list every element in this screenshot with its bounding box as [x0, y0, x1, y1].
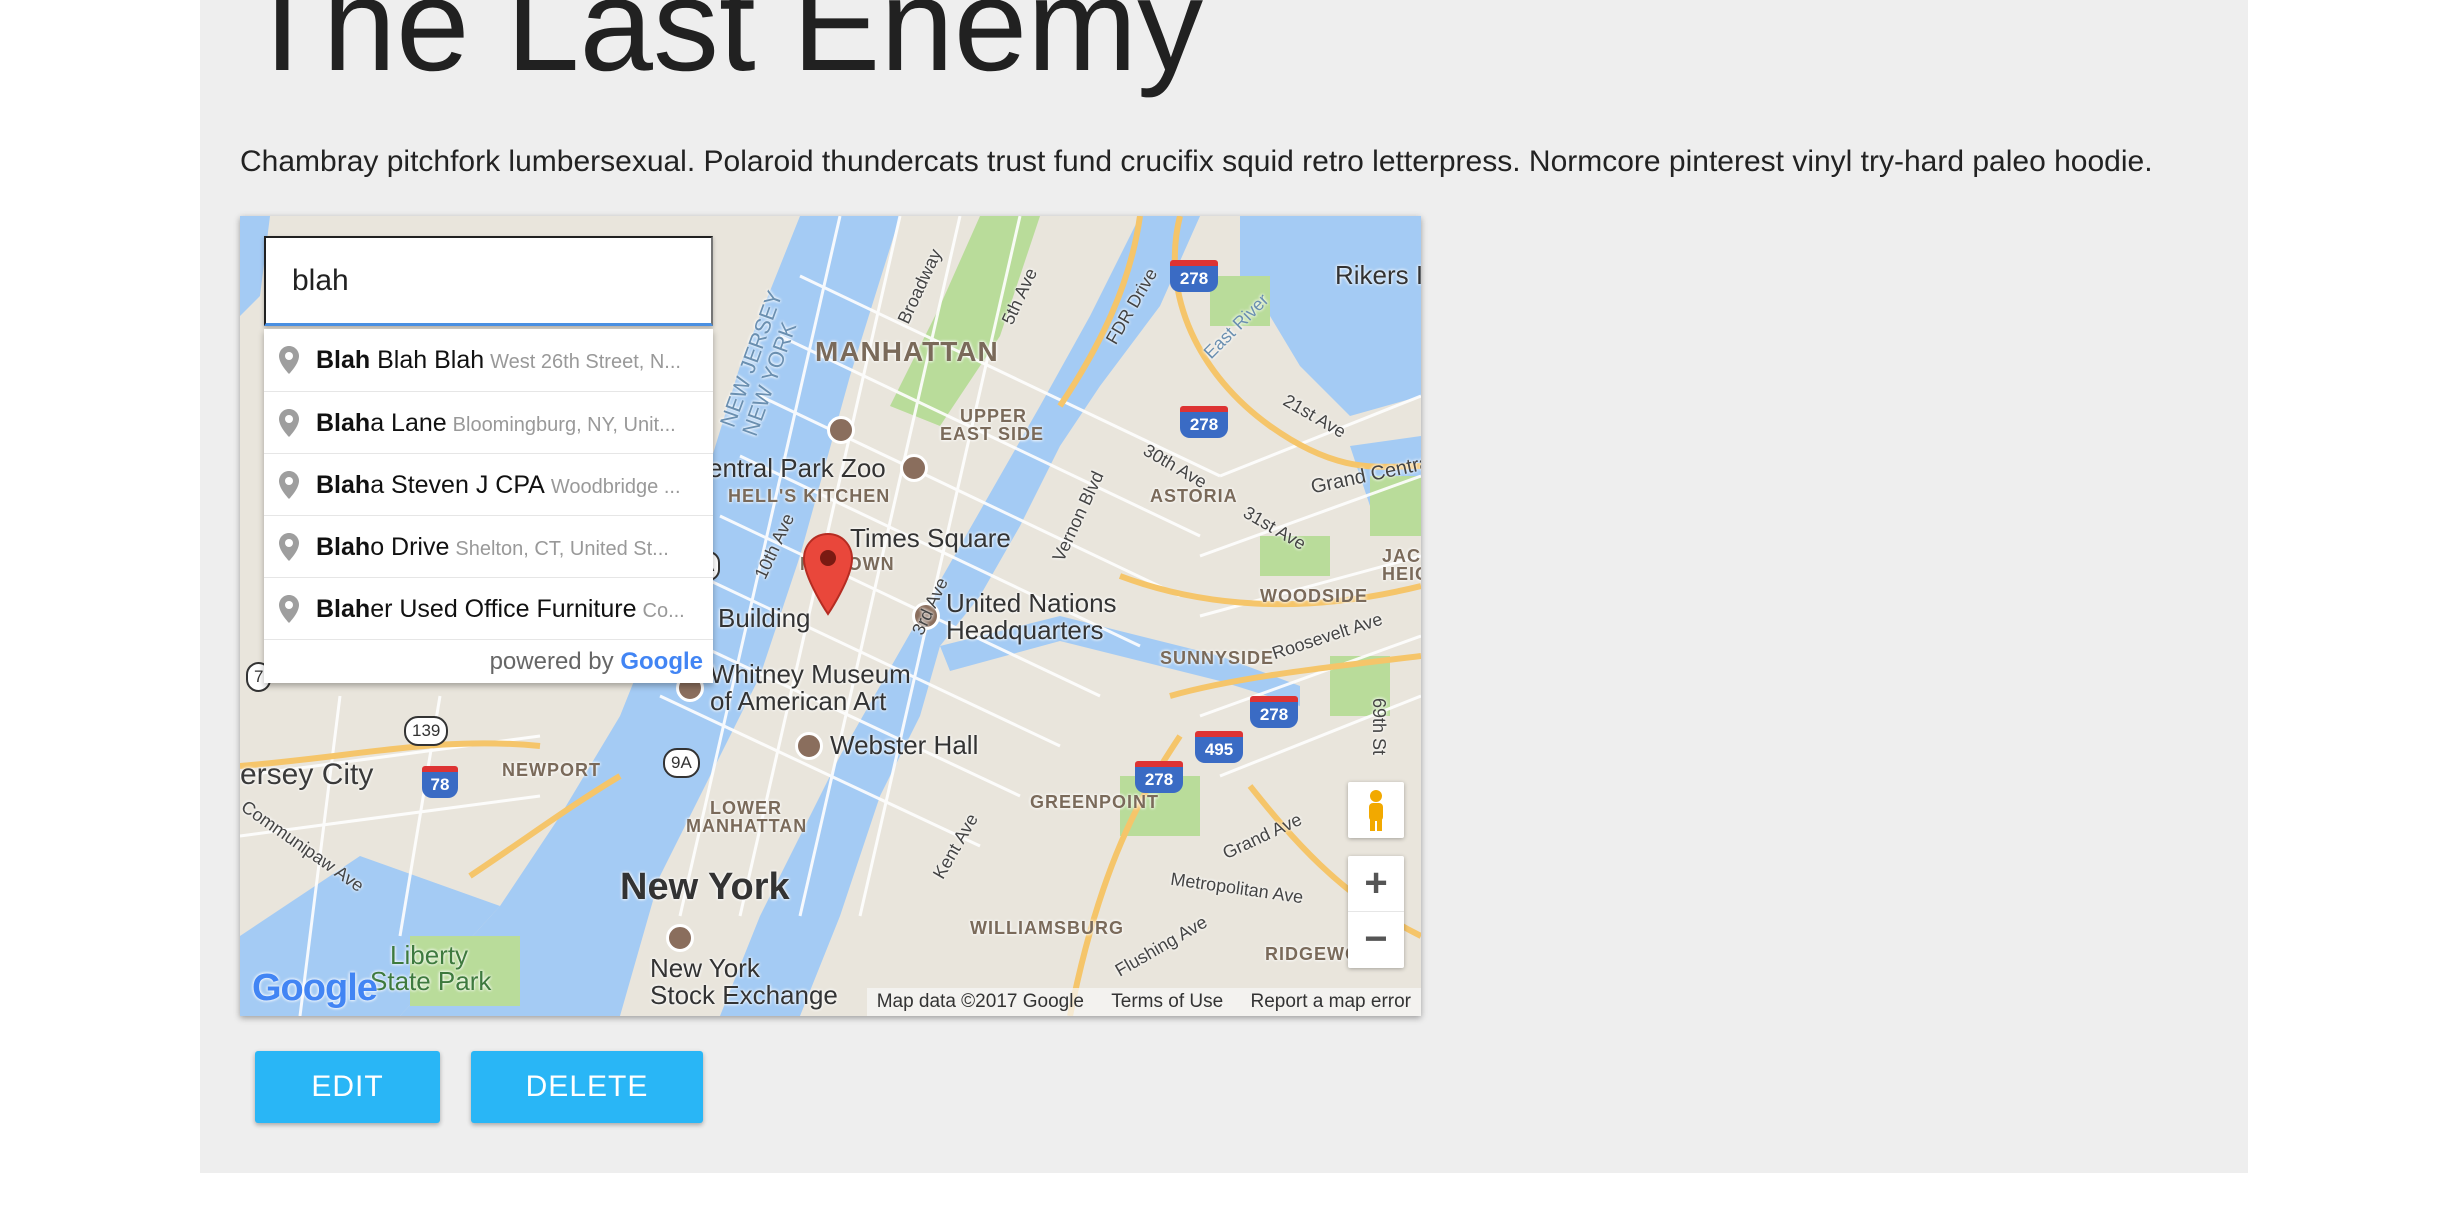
map-label-woodside: WOODSIDE	[1260, 586, 1369, 606]
street-view-pegman-button[interactable]	[1348, 782, 1404, 838]
pin-icon	[279, 533, 299, 561]
map-label-jackson-2: HEIG	[1382, 564, 1421, 584]
map-label-new-york: New York	[620, 866, 790, 908]
autocomplete-item[interactable]: Blaha Lane Bloomingburg, NY, Unit...	[264, 391, 713, 453]
autocomplete-secondary: Shelton, CT, United St...	[455, 538, 669, 560]
map-label-greenpoint: GREENPOINT	[1030, 792, 1160, 812]
route-139-icon: 139	[404, 716, 449, 746]
autocomplete-item[interactable]: Blaho Drive Shelton, CT, United St...	[264, 515, 713, 577]
map-label-rikers: Rikers I	[1335, 260, 1421, 290]
zoom-out-button[interactable]: −	[1348, 912, 1404, 968]
autocomplete-rest: o Drive	[370, 533, 450, 561]
map-label-whitney-2: of American Art	[710, 686, 887, 716]
delete-button[interactable]: Delete	[471, 1051, 703, 1123]
interstate-278-shield-icon: 278	[1180, 406, 1228, 438]
interstate-278-shield-icon: 278	[1170, 260, 1218, 292]
map-label-ridgewood: RIDGEWO	[1265, 944, 1360, 964]
autocomplete-rest: Blah Blah	[370, 346, 485, 374]
webster-hall-poi-icon	[795, 732, 823, 760]
google-wordmark: Google	[620, 648, 703, 675]
map-label-hells-kitchen: HELL'S KITCHEN	[728, 486, 891, 506]
autocomplete-rest: a Steven J CPA	[370, 471, 545, 499]
pin-icon	[279, 409, 299, 437]
pegman-icon	[1369, 790, 1383, 831]
autocomplete-item[interactable]: Blaha Steven J CPA Woodbridge ...	[264, 453, 713, 515]
map-label-jersey-city: ersey City	[240, 758, 374, 791]
autocomplete-match: Blah	[316, 471, 371, 499]
autocomplete-secondary: Woodbridge ...	[550, 476, 681, 498]
terms-of-use-link[interactable]: Terms of Use	[1111, 991, 1223, 1012]
autocomplete-match: Blah	[316, 409, 371, 437]
autocomplete-match: Blah	[316, 595, 371, 623]
event-card: The Last Enemy Chambray pitchfork lumber…	[200, 0, 2248, 1173]
autocomplete-rest: er Used Office Furniture	[370, 595, 637, 623]
map-label-un-2: Headquarters	[946, 615, 1104, 645]
map-label-nyse-2: Stock Exchange	[650, 980, 838, 1010]
autocomplete-attribution: powered by Google	[264, 639, 713, 683]
powered-by-label: powered by	[489, 648, 614, 675]
google-logo-text: Google	[252, 967, 378, 1009]
nyse-poi-icon	[666, 924, 694, 952]
place-search-input[interactable]	[264, 236, 713, 326]
pin-icon	[279, 346, 299, 374]
autocomplete-secondary: Co...	[642, 600, 685, 622]
map[interactable]: MANHATTAN UPPER EAST SIDE HELL'S KITCHEN…	[240, 216, 1421, 1016]
map-data-credit: Map data ©2017 Google	[876, 991, 1084, 1012]
map-label-webster-hall: Webster Hall	[830, 730, 979, 760]
event-title: The Last Enemy	[242, 0, 1204, 98]
autocomplete-match: Blah	[316, 346, 371, 374]
autocomplete-match: Blah	[316, 533, 371, 561]
google-logo[interactable]: Google	[252, 967, 378, 1010]
report-map-error-link[interactable]: Report a map error	[1250, 991, 1411, 1012]
edit-button[interactable]: Edit	[255, 1051, 440, 1123]
autocomplete-item[interactable]: Blah Blah Blah West 26th Street, N...	[264, 329, 713, 391]
zoo-poi-icon	[900, 454, 928, 482]
map-label-upper-east-side-2: EAST SIDE	[940, 424, 1045, 444]
map-label-liberty-2: State Park	[370, 966, 492, 996]
map-label-sunnyside: SUNNYSIDE	[1160, 648, 1275, 668]
map-label-williamsburg: WILLIAMSBURG	[970, 918, 1124, 938]
map-label-newport: NEWPORT	[502, 760, 601, 780]
event-description: Chambray pitchfork lumbersexual. Polaroi…	[240, 145, 2153, 178]
autocomplete-rest: a Lane	[370, 409, 447, 437]
location-marker-icon[interactable]	[802, 532, 854, 616]
pin-icon	[279, 471, 299, 499]
map-label-lower-manhattan-2: MANHATTAN	[686, 816, 808, 836]
google-wordmark-text: Google	[620, 648, 703, 675]
pin-icon	[279, 595, 299, 623]
autocomplete-secondary: Bloomingburg, NY, Unit...	[452, 414, 676, 436]
museum-poi-icon	[827, 416, 855, 444]
map-label-69th-st: 69th St	[1369, 697, 1390, 756]
map-label-central-park-zoo: entral Park Zoo	[708, 453, 886, 483]
map-attribution: Map data ©2017 Google Terms of Use Repor…	[866, 988, 1421, 1016]
zoom-in-button[interactable]: +	[1348, 856, 1404, 912]
map-label-building: Building	[718, 603, 811, 633]
interstate-278-shield-icon: 278	[1250, 696, 1298, 728]
map-label-times-square: Times Square	[850, 523, 1011, 553]
interstate-78-shield-icon: 78	[422, 766, 458, 798]
map-label-manhattan: MANHATTAN	[815, 336, 999, 367]
autocomplete-dropdown: Blah Blah Blah West 26th Street, N... Bla…	[264, 329, 713, 683]
autocomplete-item[interactable]: Blaher Used Office Furniture Co...	[264, 577, 713, 639]
route-9a-icon: 9A	[663, 748, 700, 778]
interstate-495-shield-icon: 495	[1195, 731, 1243, 763]
interstate-278-shield-icon: 278	[1135, 761, 1183, 793]
autocomplete-secondary: West 26th Street, N...	[490, 351, 681, 373]
zoom-control: + −	[1348, 856, 1404, 968]
